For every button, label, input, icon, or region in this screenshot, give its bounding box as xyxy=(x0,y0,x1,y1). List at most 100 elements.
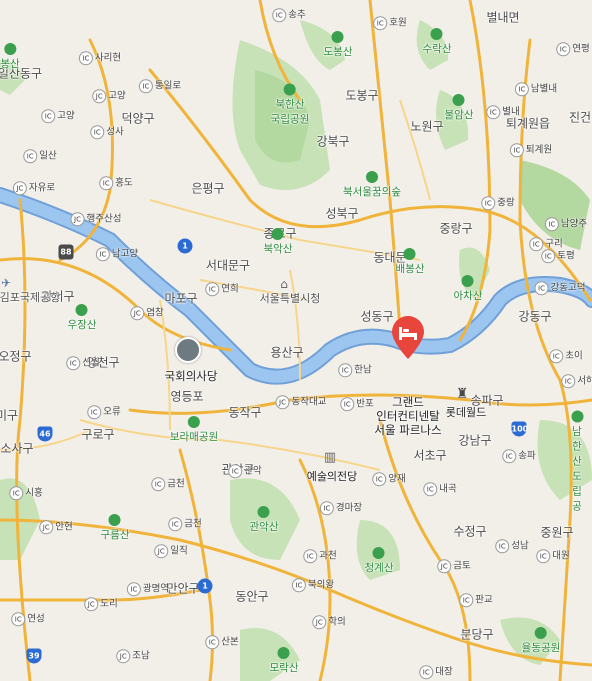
airport-icon: ✈ xyxy=(0,276,12,290)
ic-sinwol[interactable]: IC 신월 xyxy=(66,354,100,370)
ic-songpa[interactable]: IC 송파 xyxy=(502,447,536,463)
ic-gwacheon[interactable]: IC 과천 xyxy=(303,547,337,563)
jc-josan[interactable]: JC 조남 xyxy=(116,647,150,663)
park-ujangsan[interactable]: 우장산 xyxy=(68,304,96,332)
ic-banpo[interactable]: IC 반포 xyxy=(340,395,374,411)
ic-sanbon[interactable]: IC 산본 xyxy=(205,633,239,649)
district-sosa: 소사구 xyxy=(0,441,34,456)
ic-seongsa[interactable]: IC 성사 xyxy=(90,123,124,139)
park-bongsan[interactable]: 봉산 xyxy=(0,43,20,71)
district-namgu: 미구 xyxy=(0,408,19,423)
ic-tongilro[interactable]: IC 통일로 xyxy=(138,77,181,93)
park-bukseoul[interactable]: 북서울꿈의숲 xyxy=(343,171,401,199)
district-manan: 만안구 xyxy=(166,581,200,596)
district-dobong: 도봉구 xyxy=(345,88,379,103)
district-seodaemun: 서대문구 xyxy=(205,258,251,273)
park-morak[interactable]: 모락산 xyxy=(270,647,298,675)
ic-pangyo[interactable]: IC 판교 xyxy=(459,591,493,607)
jc-dori[interactable]: JC 도리 xyxy=(84,595,118,611)
hotel-pin-icon xyxy=(392,316,424,359)
map[interactable]: 도봉구 노원구 강북구 은평구 성북구 중랑구 서대문구 마포구 동대문 종로구… xyxy=(0,0,592,681)
park-boramae[interactable]: 보라매공원 xyxy=(170,416,218,444)
ic-choi[interactable]: IC 초이 xyxy=(549,347,583,363)
park-icon xyxy=(366,171,378,183)
ic-naegok[interactable]: IC 내곡 xyxy=(423,480,457,496)
ic-jungnang[interactable]: IC 중랑 xyxy=(481,194,515,210)
ic-gyeongmajang[interactable]: IC 경마장 xyxy=(319,499,362,515)
hotel-name-label[interactable]: 그랜드 인터컨티넨탈 서울 파르나스 xyxy=(374,395,441,437)
jc-geumto[interactable]: JC 금토 xyxy=(437,557,471,573)
park-bukhansan[interactable]: 북한산 국립공원 xyxy=(271,83,309,127)
park-cheonggyesan[interactable]: 청계산 xyxy=(365,547,393,575)
ic-yeonseong[interactable]: IC 연성 xyxy=(11,610,45,626)
landmark-national-assembly[interactable]: 국회의사당 xyxy=(165,368,218,384)
park-yuldong[interactable]: 율동공원 xyxy=(522,627,560,655)
ic-seongnam[interactable]: IC 성남 xyxy=(495,537,529,553)
ic-yeonhui[interactable]: IC 연희 xyxy=(205,280,239,296)
jc-iljik[interactable]: JC 일직 xyxy=(154,542,188,558)
district-gangdong: 강동구 xyxy=(518,309,552,324)
park-icon xyxy=(277,647,290,659)
ic-toegyewon[interactable]: IC 퇴계원 xyxy=(509,141,552,157)
city-hall-icon: ⌂ xyxy=(280,277,288,291)
jc-jayuro[interactable]: JC 자유로 xyxy=(12,179,55,195)
route-39-shield: 39 xyxy=(26,648,42,664)
park-bugaksan[interactable]: 북악산 xyxy=(264,228,292,256)
ic-namnbyeollae[interactable]: IC 남별내 xyxy=(514,80,557,96)
arts-center-icon: ▥ xyxy=(323,450,337,465)
ic-daewon[interactable]: IC 대원 xyxy=(536,547,570,563)
jc-dongjakdaegyo[interactable]: JC 동작대교 xyxy=(275,393,326,409)
park-baebongsan[interactable]: 배봉산 xyxy=(396,248,424,276)
ic-hannam[interactable]: IC 한남 xyxy=(338,361,372,377)
park-buramsan[interactable]: 불암산 xyxy=(445,94,473,122)
jc-anhyeon[interactable]: JC 안현 xyxy=(39,518,73,534)
district-mapo: 마포구 xyxy=(164,291,198,306)
ic-heungdo[interactable]: IC 흥도 xyxy=(99,174,133,190)
ic-songchu[interactable]: IC 송추 xyxy=(272,6,306,22)
ic-yeonhwa[interactable]: IC 연평 xyxy=(556,40,590,56)
ic-gwanak[interactable]: IC 관악 xyxy=(228,462,262,478)
ic-seoha[interactable]: IC 서하 xyxy=(561,372,592,388)
park-namhansanseong[interactable]: 남한산 도립공 xyxy=(570,410,585,514)
jc-yeomchang[interactable]: JC 염창 xyxy=(130,304,164,320)
ic-bugeuiwang[interactable]: IC 북의왕 xyxy=(291,576,334,592)
ic-sarihyeon[interactable]: IC 사리현 xyxy=(78,49,121,65)
landmark-city-hall[interactable]: 서울특별시청 xyxy=(260,290,321,306)
ic-geumcheon-2[interactable]: IC 금천 xyxy=(168,515,202,531)
park-icon xyxy=(271,228,284,240)
route-100-shield: 100 xyxy=(511,421,528,437)
district-gangbuk: 강북구 xyxy=(316,134,350,149)
jc-goyang[interactable]: JC 고양 xyxy=(92,87,126,103)
ic-yangjae[interactable]: IC 양재 xyxy=(372,470,406,486)
district-nowon: 노원구 xyxy=(410,119,444,134)
ic-namgoyang[interactable]: IC 남고양 xyxy=(95,245,138,261)
ic-guri[interactable]: IC 구리 xyxy=(529,235,563,251)
ic-byeollae[interactable]: IC 별내 xyxy=(486,103,520,119)
park-gureumsan[interactable]: 구름산 xyxy=(101,514,129,542)
district-seocho: 서초구 xyxy=(413,448,447,463)
ic-gwangmyeong[interactable]: IC 광명역 xyxy=(126,580,169,596)
ic-daejang[interactable]: IC 대장 xyxy=(419,663,453,679)
park-achasan[interactable]: 아차산 xyxy=(454,275,482,303)
ic-geumcheon[interactable]: IC 금천 xyxy=(151,475,185,491)
park-icon xyxy=(3,43,16,55)
landmark-arts-center[interactable]: 예술의전당 xyxy=(307,468,358,484)
park-icon xyxy=(372,547,385,559)
landmark-lotte-world[interactable]: 롯데월드 xyxy=(446,404,486,420)
ic-ilsan[interactable]: IC 일산 xyxy=(23,147,57,163)
ic-howon[interactable]: IC 호원 xyxy=(373,14,407,30)
jc-hakui[interactable]: JC 학의 xyxy=(312,613,346,629)
park-gwanaksan[interactable]: 관악산 xyxy=(250,506,278,534)
ic-gangdonggoreok[interactable]: IC 강동고덕 xyxy=(534,279,585,295)
park-suraksan[interactable]: 수락산 xyxy=(423,28,451,56)
ic-ori[interactable]: IC 오류 xyxy=(87,403,121,419)
park-icon xyxy=(283,83,296,96)
hotel-marker[interactable] xyxy=(390,316,426,364)
jc-haengju[interactable]: JC 행주산성 xyxy=(70,210,121,226)
ic-siheung[interactable]: IC 시흥 xyxy=(9,484,43,500)
park-dobongsan[interactable]: 도봉산 xyxy=(324,31,352,59)
ic-goyang[interactable]: IC 고양 xyxy=(41,107,75,123)
park-icon xyxy=(257,506,270,518)
ic-namyangju[interactable]: IC 남양주 xyxy=(544,215,587,231)
landmark-gimpo-airport[interactable]: 김포국제공항 xyxy=(0,289,60,305)
